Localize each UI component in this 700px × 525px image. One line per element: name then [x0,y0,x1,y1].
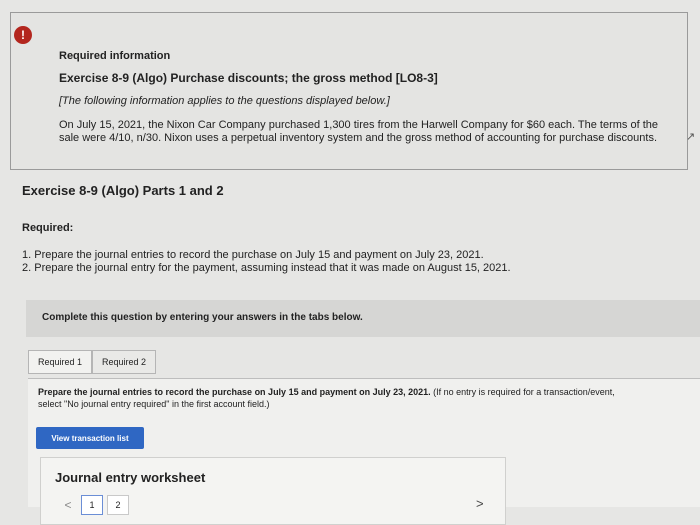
mouse-cursor-icon: ↗ [686,131,696,143]
required-information-panel: ! Required information Exercise 8-9 (Alg… [10,12,695,170]
page-2-button[interactable]: 2 [107,495,129,515]
alert-icon: ! [14,26,32,44]
tab-bar: Required 1 Required 2 [28,350,157,374]
requirement-item: 1. Prepare the journal entries to record… [22,249,484,261]
worksheet-pager: < 1 2 [59,495,129,515]
required-label: Required: [22,222,74,234]
view-transaction-list-button[interactable]: View transaction list [36,427,144,449]
question-prompt: Prepare the journal entries to record th… [38,387,431,397]
exercise-description: On July 15, 2021, the Nixon Car Company … [59,119,658,144]
next-page-icon[interactable]: > [476,496,484,511]
instruction-text: Complete this question by entering your … [42,312,363,323]
required-information-heading: Required information [59,50,171,62]
requirements-list: 1. Prepare the journal entries to record… [22,249,511,275]
journal-entry-worksheet: Journal entry worksheet < 1 2 [40,457,506,525]
page-1-button[interactable]: 1 [81,495,103,515]
info-note: [The following information applies to th… [59,95,390,107]
worksheet-title: Journal entry worksheet [55,470,206,485]
exercise-title: Exercise 8-9 (Algo) Purchase discounts; … [59,71,438,85]
question-text: Prepare the journal entries to record th… [38,386,628,410]
parts-title: Exercise 8-9 (Algo) Parts 1 and 2 [22,183,224,198]
requirement-item: 2. Prepare the journal entry for the pay… [22,262,511,274]
prev-page-icon[interactable]: < [59,498,77,512]
tab-required-1[interactable]: Required 1 [28,350,93,374]
instruction-bar: Complete this question by entering your … [26,300,700,337]
tab-required-2[interactable]: Required 2 [92,350,157,374]
